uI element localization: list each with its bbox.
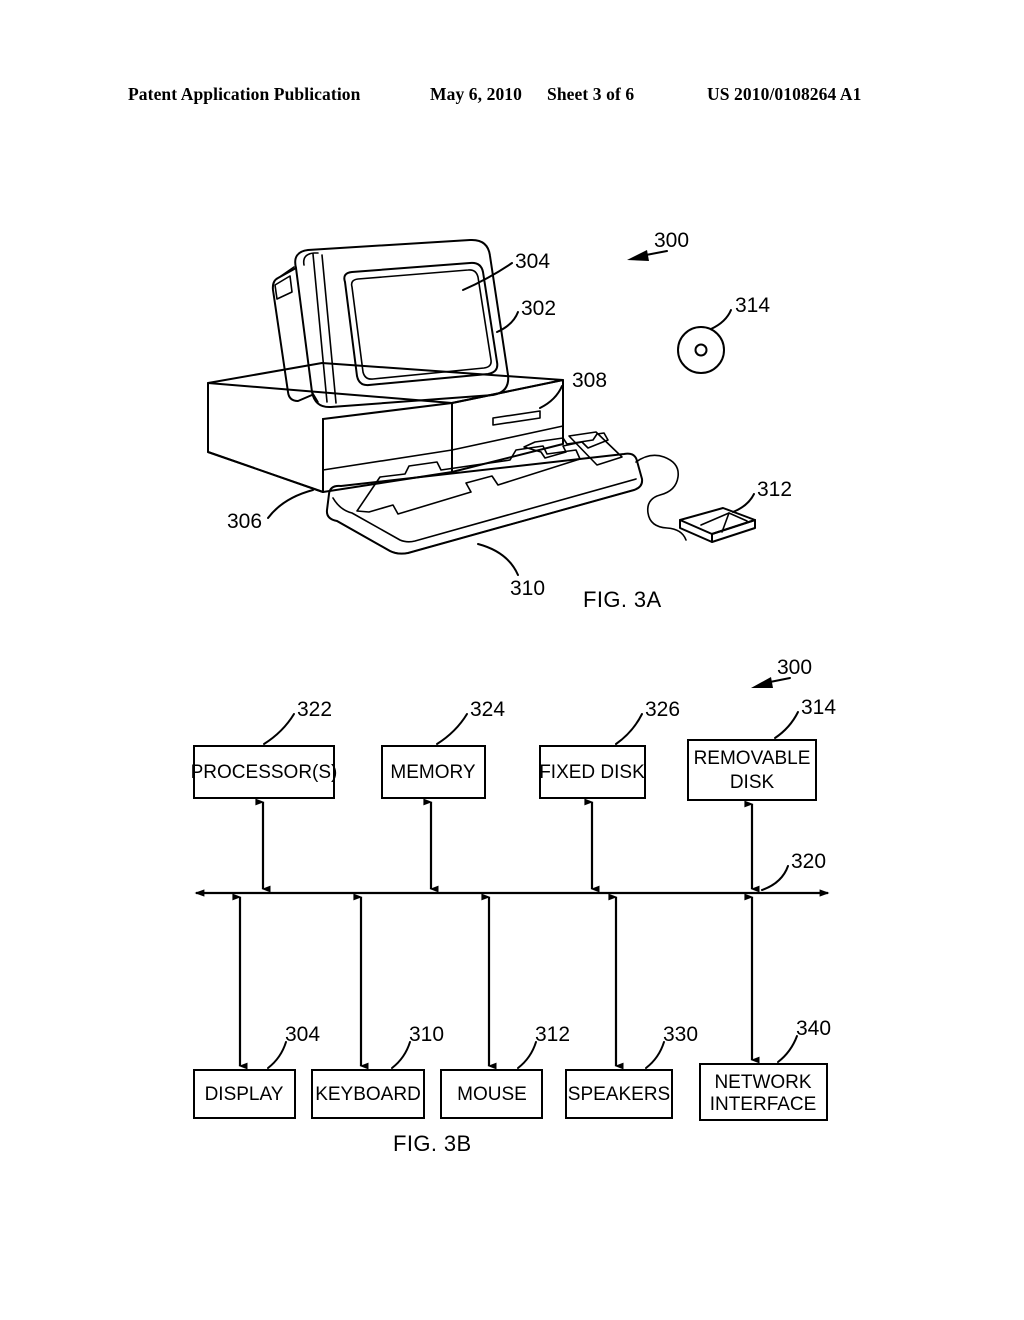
bus-line: 320 — [194, 850, 830, 897]
block-speakers-label: SPEAKERS — [568, 1084, 670, 1105]
ref-310-3a: 310 — [477, 543, 545, 600]
ref-label-340: 340 — [796, 1017, 831, 1040]
ref-label-310-3b: 310 — [409, 1023, 444, 1046]
figure-3a: 300 304 302 308 306 310 312 314 — [0, 180, 1024, 630]
ref-308-3a: 308 — [539, 369, 607, 409]
figure-3a-caption: FIG. 3A — [583, 587, 662, 612]
ref-300-3b: 300 — [751, 656, 812, 688]
block-processors: PROCESSOR(S) 322 — [191, 698, 338, 893]
ref-304-3a: 304 — [462, 250, 550, 291]
keyboard-drawing — [325, 431, 687, 555]
figure-3b: 300 320 PROCESSOR(S) 322 MEMORY 324 FIXE… — [0, 650, 1024, 1180]
block-memory: MEMORY 324 — [381, 698, 505, 893]
mouse-drawing — [679, 507, 756, 543]
ref-label-322: 322 — [297, 698, 332, 721]
header-sheet: Sheet 3 of 6 — [547, 84, 635, 104]
block-display-label: DISPLAY — [205, 1084, 284, 1105]
header-publication: Patent Application Publication — [128, 84, 361, 104]
ref-label-304-3a: 304 — [515, 250, 550, 273]
ref-label-330: 330 — [663, 1023, 698, 1046]
block-network-interface-label-2: INTERFACE — [710, 1094, 817, 1115]
header-patent-number: US 2010/0108264 A1 — [707, 84, 862, 104]
ref-label-320: 320 — [791, 850, 826, 873]
ref-label-310-3a: 310 — [510, 577, 545, 600]
block-memory-label: MEMORY — [390, 762, 475, 783]
ref-314-3a: 314 — [710, 294, 770, 330]
ref-300-3a: 300 — [627, 229, 689, 261]
ref-306-3a: 306 — [227, 489, 314, 533]
ref-label-300-3b: 300 — [777, 656, 812, 679]
block-speakers: SPEAKERS 330 — [565, 893, 698, 1119]
block-keyboard-label: KEYBOARD — [315, 1084, 421, 1105]
ref-label-300-3a: 300 — [654, 229, 689, 252]
block-network-interface-label-1: NETWORK — [714, 1072, 811, 1093]
ref-label-306-3a: 306 — [227, 510, 262, 533]
block-removable-disk-label-1: REMOVABLE — [694, 748, 811, 769]
removable-disk-drawing — [677, 326, 725, 374]
ref-label-314-3b: 314 — [801, 696, 836, 719]
block-mouse: MOUSE 312 — [440, 893, 570, 1119]
block-fixed-disk-label: FIXED DISK — [539, 762, 645, 783]
block-network-interface: NETWORK INTERFACE 340 — [699, 893, 831, 1121]
ref-312-3a: 312 — [732, 478, 792, 513]
ref-label-314-3a: 314 — [735, 294, 770, 317]
chassis-drawing — [207, 362, 564, 493]
block-mouse-label: MOUSE — [457, 1084, 527, 1105]
figure-3b-caption: FIG. 3B — [393, 1131, 472, 1156]
ref-label-312-3b: 312 — [535, 1023, 570, 1046]
block-fixed-disk: FIXED DISK 326 — [539, 698, 680, 893]
ref-label-312-3a: 312 — [757, 478, 792, 501]
ref-label-304-3b: 304 — [285, 1023, 320, 1046]
header-date: May 6, 2010 — [430, 84, 522, 104]
page-header: Patent Application Publication May 6, 20… — [0, 84, 1024, 112]
monitor-drawing — [271, 238, 510, 409]
ref-label-308-3a: 308 — [572, 369, 607, 392]
ref-label-302-3a: 302 — [521, 297, 556, 320]
ref-label-326: 326 — [645, 698, 680, 721]
block-display: DISPLAY 304 — [193, 893, 320, 1119]
block-keyboard: KEYBOARD 310 — [311, 893, 444, 1119]
block-removable-disk-label-2: DISK — [730, 772, 775, 793]
block-processors-label: PROCESSOR(S) — [191, 762, 338, 783]
ref-302-3a: 302 — [496, 297, 556, 333]
ref-label-324: 324 — [470, 698, 505, 721]
